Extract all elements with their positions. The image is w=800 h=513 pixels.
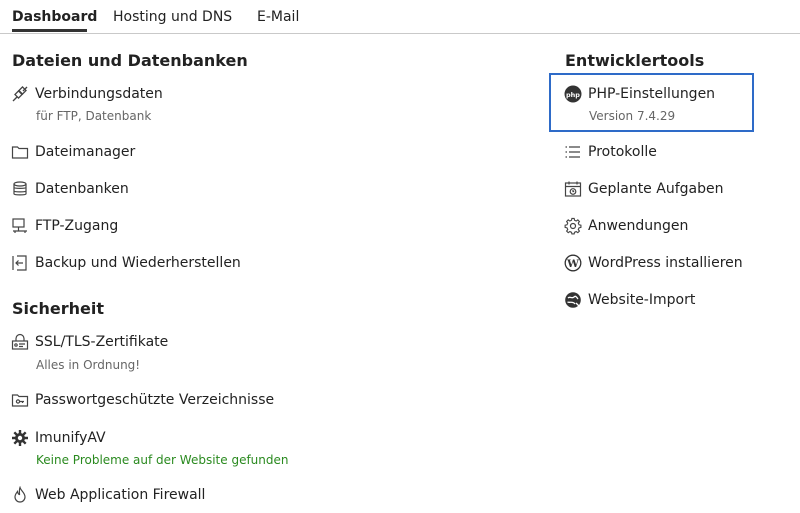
globe-import-icon — [564, 291, 582, 309]
link-anwendungen[interactable]: Anwendungen — [564, 217, 688, 235]
plug-icon — [11, 85, 29, 103]
link-ftp-zugang[interactable]: FTP-Zugang — [11, 217, 118, 235]
item-sublabel: Alles in Ordnung! — [36, 358, 141, 372]
link-imunifyav[interactable]: ImunifyAV — [11, 429, 106, 447]
fire-icon — [11, 486, 29, 504]
item-label: Datenbanken — [35, 181, 129, 197]
certificate-icon — [11, 333, 29, 351]
gear-shield-icon — [11, 429, 29, 447]
link-backup[interactable]: Backup und Wiederherstellen — [11, 254, 241, 272]
item-label: Dateimanager — [35, 144, 136, 160]
link-protokolle[interactable]: Protokolle — [564, 143, 657, 161]
svg-text:W: W — [566, 258, 579, 270]
tab-email[interactable]: E-Mail — [257, 9, 299, 25]
database-icon — [11, 180, 29, 198]
tab-bar: Dashboard Hosting und DNS E-Mail — [0, 0, 800, 34]
tab-hosting-dns[interactable]: Hosting und DNS — [113, 9, 232, 25]
list-icon — [564, 143, 582, 161]
ftp-icon — [11, 217, 29, 235]
link-passwortgeschuetzte-verzeichnisse[interactable]: Passwortgeschützte Verzeichnisse — [11, 391, 274, 409]
tab-dashboard[interactable]: Dashboard — [12, 9, 97, 25]
item-label: Protokolle — [588, 144, 657, 160]
protected-folder-icon — [11, 391, 29, 409]
link-datenbanken[interactable]: Datenbanken — [11, 180, 129, 198]
item-label: WordPress installieren — [588, 255, 743, 271]
item-label: Passwortgeschützte Verzeichnisse — [35, 392, 275, 408]
item-label: Backup und Wiederherstellen — [35, 255, 241, 271]
item-sublabel: für FTP, Datenbank — [36, 109, 152, 123]
php-icon: php — [564, 85, 582, 103]
section-title-security: Sicherheit — [12, 299, 104, 318]
item-label: Web Application Firewall — [35, 487, 206, 503]
item-label: Anwendungen — [588, 218, 689, 234]
item-status-text: Keine Probleme auf der Website gefunden — [36, 453, 289, 467]
item-label: Verbindungsdaten — [35, 86, 163, 102]
link-geplante-aufgaben[interactable]: Geplante Aufgaben — [564, 180, 723, 198]
link-php-einstellungen[interactable]: php PHP-Einstellungen — [564, 85, 715, 103]
svg-text:php: php — [566, 91, 580, 99]
link-verbindungsdaten[interactable]: Verbindungsdaten — [11, 85, 163, 103]
wordpress-icon: W — [564, 254, 582, 272]
item-label: PHP-Einstellungen — [588, 86, 716, 102]
link-web-application-firewall[interactable]: Web Application Firewall — [11, 486, 205, 504]
item-label: FTP-Zugang — [35, 218, 119, 234]
link-dateimanager[interactable]: Dateimanager — [11, 143, 135, 161]
php-version-text: Version 7.4.29 — [589, 109, 676, 123]
link-wordpress-installieren[interactable]: W WordPress installieren — [564, 254, 743, 272]
link-website-import[interactable]: Website-Import — [564, 291, 695, 309]
calendar-icon — [564, 180, 582, 198]
backup-icon — [11, 254, 29, 272]
section-title-files: Dateien und Datenbanken — [12, 51, 248, 70]
folder-icon — [11, 143, 29, 161]
link-ssl-tls[interactable]: SSL/TLS-Zertifikate — [11, 333, 168, 351]
section-title-dev-tools: Entwicklertools — [565, 51, 705, 70]
gear-icon — [564, 217, 582, 235]
item-label: Website-Import — [588, 292, 696, 308]
item-label: ImunifyAV — [35, 430, 106, 446]
item-label: SSL/TLS-Zertifikate — [35, 334, 169, 350]
active-tab-indicator — [12, 29, 87, 32]
item-label: Geplante Aufgaben — [588, 181, 724, 197]
